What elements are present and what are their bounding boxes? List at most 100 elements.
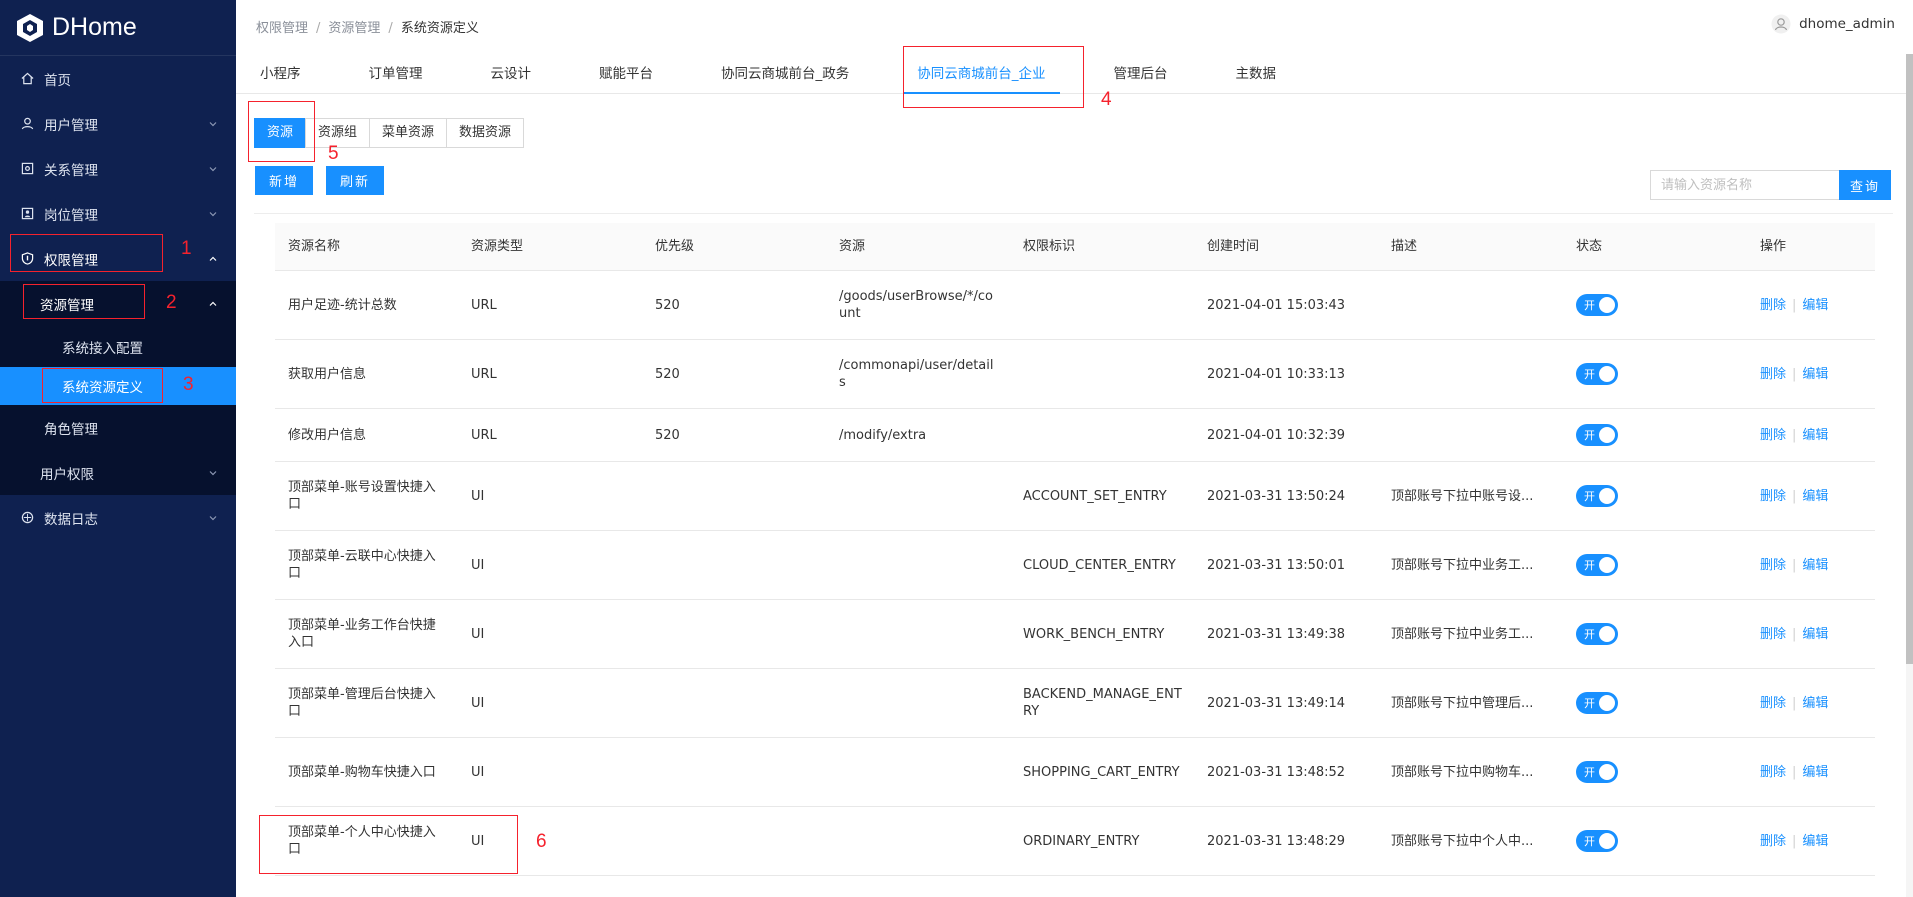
status-toggle[interactable]: 开 [1576, 294, 1618, 316]
resource-name: 顶部菜单-账号设置快捷入口 [288, 480, 436, 512]
edit-link[interactable]: 编辑 [1802, 627, 1828, 642]
sidebar-item-role-management[interactable]: 角色管理 [0, 405, 236, 450]
action-separator: | [1792, 764, 1797, 780]
search-input[interactable] [1650, 170, 1840, 200]
edit-link[interactable]: 编辑 [1802, 696, 1828, 711]
delete-link[interactable]: 删除 [1760, 428, 1786, 443]
sidebar-item-data-log[interactable]: 数据日志 [0, 495, 236, 540]
cell-created: 2021-04-01 10:32:39 [1207, 427, 1346, 443]
sidebar-item-label: 数据日志 [44, 511, 98, 528]
edit-link[interactable]: 编辑 [1802, 558, 1828, 573]
add-button[interactable]: 新增 [255, 166, 314, 195]
refresh-button[interactable]: 刷新 [326, 166, 385, 195]
cell-resource: /modify/extra [826, 427, 1010, 444]
tab-admin-backend[interactable]: 管理后台 [1100, 54, 1182, 93]
status-toggle[interactable]: 开 [1576, 692, 1618, 714]
status-toggle[interactable]: 开 [1576, 363, 1618, 385]
column-header: 资源类型 [471, 239, 524, 254]
cell-status: 开 [1563, 485, 1747, 507]
resource-name: 顶部菜单-业务工作台快捷入口 [288, 618, 436, 650]
edit-link[interactable]: 编辑 [1802, 489, 1828, 504]
chevron-down-icon [209, 211, 217, 216]
sidebar-item-label: 关系管理 [44, 162, 98, 179]
column-header: 优先级 [655, 239, 695, 254]
breadcrumb-separator: / [316, 21, 321, 36]
subtab-menu-resource[interactable]: 菜单资源 [369, 118, 448, 148]
table-body: 用户足迹-统计总数 URL 520 /goods/userBrowse/*/co… [275, 271, 1875, 876]
delete-link[interactable]: 删除 [1760, 298, 1786, 313]
breadcrumb-item[interactable]: 权限管理 [256, 21, 308, 36]
status-toggle[interactable]: 开 [1576, 485, 1618, 507]
cell-created: 2021-03-31 13:49:14 [1207, 695, 1346, 711]
action-separator: | [1792, 297, 1797, 313]
annotation-box [259, 815, 518, 874]
edit-link[interactable]: 编辑 [1802, 834, 1828, 849]
breadcrumb-separator: / [388, 21, 393, 36]
cell-description: 顶部账号下拉中管理后... [1378, 695, 1563, 712]
cell-status: 开 [1563, 363, 1747, 385]
delete-link[interactable]: 删除 [1760, 765, 1786, 780]
permission-key: BACKEND_MANAGE_ENTRY [1023, 687, 1182, 719]
status-toggle[interactable]: 开 [1576, 830, 1618, 852]
cell-name: 修改用户信息 [275, 427, 458, 444]
search-button[interactable]: 查询 [1839, 170, 1891, 200]
sidebar-item-relation-management[interactable]: 关系管理 [0, 146, 236, 191]
edit-link[interactable]: 编辑 [1802, 428, 1828, 443]
chevron-down-icon [209, 515, 217, 520]
status-toggle[interactable]: 开 [1576, 623, 1618, 645]
cell-status: 开 [1563, 554, 1747, 576]
cell-created: 2021-04-01 10:33:13 [1207, 366, 1346, 382]
delete-link[interactable]: 删除 [1760, 489, 1786, 504]
edit-link[interactable]: 编辑 [1802, 367, 1828, 382]
delete-link[interactable]: 删除 [1760, 558, 1786, 573]
tab-cloud-design[interactable]: 云设计 [477, 54, 546, 93]
tab-mini-program[interactable]: 小程序 [246, 54, 315, 93]
cell-description: 顶部账号下拉中业务工... [1378, 557, 1563, 574]
edit-link[interactable]: 编辑 [1802, 765, 1828, 780]
tab-enablement-platform[interactable]: 赋能平台 [585, 54, 667, 93]
delete-link[interactable]: 删除 [1760, 367, 1786, 382]
description-text: 顶部账号下拉中购物车... [1391, 764, 1534, 780]
tab-master-data[interactable]: 主数据 [1222, 54, 1291, 93]
annotation-number: 3 [183, 374, 194, 395]
toggle-label: 开 [1584, 697, 1595, 710]
sidebar-item-user-permission[interactable]: 用户权限 [0, 450, 236, 495]
status-toggle[interactable]: 开 [1576, 761, 1618, 783]
tab-order-management[interactable]: 订单管理 [355, 54, 437, 93]
user-menu[interactable]: dhome_admin [1771, 14, 1895, 34]
delete-link[interactable]: 删除 [1760, 696, 1786, 711]
cell-type: URL [471, 366, 497, 382]
sidebar-item-label: 角色管理 [44, 421, 98, 438]
delete-link[interactable]: 删除 [1760, 834, 1786, 849]
permission-key: SHOPPING_CART_ENTRY [1023, 764, 1180, 780]
column-header: 资源名称 [288, 239, 341, 254]
cell-name: 顶部菜单-购物车快捷入口 [275, 764, 458, 781]
sidebar-item-post-management[interactable]: 岗位管理 [0, 191, 236, 236]
scrollbar-thumb[interactable] [1906, 54, 1913, 664]
description-text: 顶部账号下拉中管理后... [1391, 695, 1534, 711]
cell-status: 开 [1563, 692, 1747, 714]
toggle-label: 开 [1584, 559, 1595, 572]
tab-mall-government[interactable]: 协同云商城前台_政务 [707, 54, 863, 93]
edit-link[interactable]: 编辑 [1802, 298, 1828, 313]
toggle-knob [1599, 557, 1615, 573]
toggle-label: 开 [1584, 368, 1595, 381]
breadcrumb-item[interactable]: 资源管理 [328, 21, 380, 36]
chevron-down-icon [209, 470, 217, 475]
status-toggle[interactable]: 开 [1576, 554, 1618, 576]
sidebar-item-home[interactable]: 首页 [0, 56, 236, 101]
delete-link[interactable]: 删除 [1760, 627, 1786, 642]
status-toggle[interactable]: 开 [1576, 424, 1618, 446]
sidebar-item-user-management[interactable]: 用户管理 [0, 101, 236, 146]
action-separator: | [1792, 833, 1797, 849]
table-row: 顶部菜单-账号设置快捷入口 UI ACCOUNT_SET_ENTRY 2021-… [275, 462, 1875, 531]
permission-key: CLOUD_CENTER_ENTRY [1023, 557, 1176, 573]
column-header: 操作 [1760, 239, 1787, 254]
logo[interactable]: DHome [0, 0, 236, 56]
subtab-data-resource[interactable]: 数据资源 [446, 118, 525, 148]
sidebar-item-system-access[interactable]: 系统接入配置 [0, 326, 236, 367]
resource-path: /modify/extra [839, 427, 927, 443]
resource-name: 修改用户信息 [288, 427, 367, 443]
resource-name: 顶部菜单-购物车快捷入口 [288, 764, 436, 780]
annotation-box [23, 284, 145, 319]
